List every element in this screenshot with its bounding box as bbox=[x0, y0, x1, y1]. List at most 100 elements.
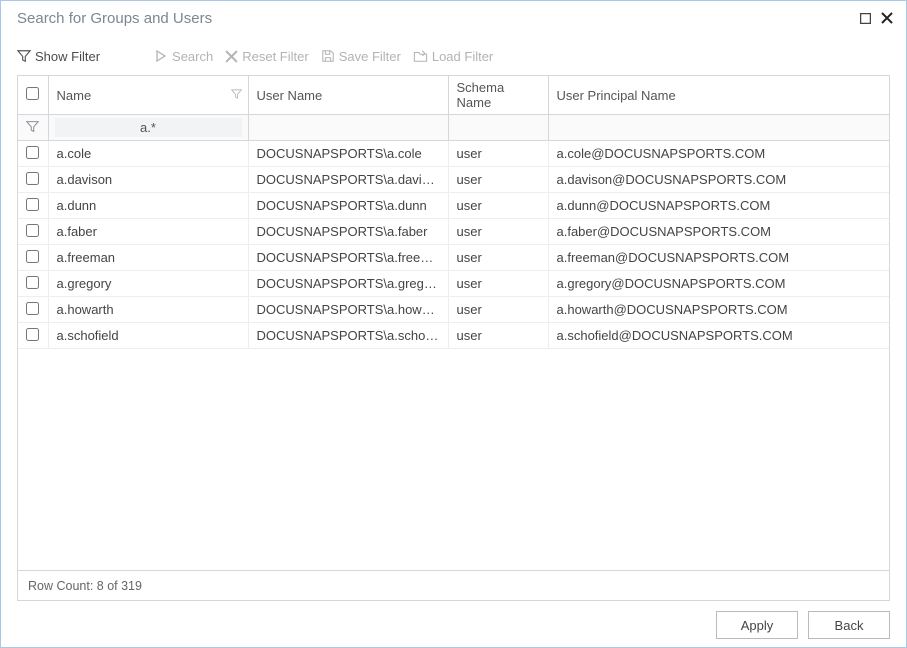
column-header-select[interactable] bbox=[18, 76, 48, 115]
column-header-user-name[interactable]: User Name bbox=[248, 76, 448, 115]
load-icon bbox=[413, 49, 428, 63]
filter-name-input[interactable] bbox=[55, 118, 242, 137]
column-header-name-label: Name bbox=[57, 88, 92, 103]
status-bar: Row Count: 8 of 319 bbox=[18, 570, 889, 600]
row-checkbox-cell[interactable] bbox=[18, 167, 48, 193]
load-filter-label: Load Filter bbox=[432, 49, 493, 64]
row-checkbox[interactable] bbox=[26, 328, 39, 341]
cell-upn: a.cole@DOCUSNAPSPORTS.COM bbox=[548, 141, 889, 167]
row-checkbox-cell[interactable] bbox=[18, 271, 48, 297]
row-checkbox[interactable] bbox=[26, 172, 39, 185]
x-icon bbox=[225, 50, 238, 63]
cell-user: DOCUSNAPSPORTS\a.schofield bbox=[248, 323, 448, 349]
row-checkbox[interactable] bbox=[26, 302, 39, 315]
column-header-name[interactable]: Name bbox=[48, 76, 248, 115]
cell-schema: user bbox=[448, 271, 548, 297]
table-row[interactable]: a.gregoryDOCUSNAPSPORTS\a.gregoryusera.g… bbox=[18, 271, 889, 297]
table-row[interactable]: a.howarthDOCUSNAPSPORTS\a.howarthusera.h… bbox=[18, 297, 889, 323]
cell-user: DOCUSNAPSPORTS\a.cole bbox=[248, 141, 448, 167]
row-checkbox-cell[interactable] bbox=[18, 323, 48, 349]
row-checkbox[interactable] bbox=[26, 224, 39, 237]
row-checkbox[interactable] bbox=[26, 198, 39, 211]
column-header-upn-label: User Principal Name bbox=[557, 88, 676, 103]
cell-name: a.cole bbox=[48, 141, 248, 167]
header-row: Name User Name Schema Name User P bbox=[18, 76, 889, 115]
cell-name: a.howarth bbox=[48, 297, 248, 323]
filter-row-icon-cell bbox=[18, 115, 48, 141]
cell-name: a.dunn bbox=[48, 193, 248, 219]
row-checkbox-cell[interactable] bbox=[18, 193, 48, 219]
row-checkbox[interactable] bbox=[26, 250, 39, 263]
cell-upn: a.schofield@DOCUSNAPSPORTS.COM bbox=[548, 323, 889, 349]
cell-upn: a.faber@DOCUSNAPSPORTS.COM bbox=[548, 219, 889, 245]
row-checkbox-cell[interactable] bbox=[18, 219, 48, 245]
cell-user: DOCUSNAPSPORTS\a.davison bbox=[248, 167, 448, 193]
column-header-user-name-label: User Name bbox=[257, 88, 323, 103]
reset-filter-button[interactable]: Reset Filter bbox=[225, 49, 308, 64]
filter-upn-cell[interactable] bbox=[548, 115, 889, 141]
cell-name: a.davison bbox=[48, 167, 248, 193]
column-header-schema-name-label: Schema Name bbox=[457, 80, 505, 110]
cell-upn: a.freeman@DOCUSNAPSPORTS.COM bbox=[548, 245, 889, 271]
show-filter-label: Show Filter bbox=[35, 49, 100, 64]
filter-user-cell[interactable] bbox=[248, 115, 448, 141]
cell-user: DOCUSNAPSPORTS\a.dunn bbox=[248, 193, 448, 219]
row-count-label: Row Count: 8 of 319 bbox=[28, 579, 142, 593]
toolbar: Show Filter Search Reset Filter Save Fil… bbox=[17, 41, 890, 75]
cell-schema: user bbox=[448, 167, 548, 193]
cell-schema: user bbox=[448, 219, 548, 245]
table-row[interactable]: a.coleDOCUSNAPSPORTS\a.coleusera.cole@DO… bbox=[18, 141, 889, 167]
grid-empty-area bbox=[18, 349, 889, 570]
column-header-schema-name[interactable]: Schema Name bbox=[448, 76, 548, 115]
cell-user: DOCUSNAPSPORTS\a.faber bbox=[248, 219, 448, 245]
funnel-icon bbox=[17, 49, 31, 63]
table-row[interactable]: a.davisonDOCUSNAPSPORTS\a.davisonusera.d… bbox=[18, 167, 889, 193]
cell-schema: user bbox=[448, 193, 548, 219]
funnel-icon bbox=[26, 120, 39, 133]
window-title: Search for Groups and Users bbox=[17, 10, 854, 27]
titlebar: Search for Groups and Users bbox=[1, 1, 906, 35]
cell-user: DOCUSNAPSPORTS\a.gregory bbox=[248, 271, 448, 297]
maximize-button[interactable] bbox=[854, 7, 876, 29]
dialog-window: Search for Groups and Users Show Filter … bbox=[0, 0, 907, 648]
save-icon bbox=[321, 49, 335, 63]
table-row[interactable]: a.schofieldDOCUSNAPSPORTS\a.schofielduse… bbox=[18, 323, 889, 349]
select-all-checkbox[interactable] bbox=[26, 87, 39, 100]
cell-user: DOCUSNAPSPORTS\a.howarth bbox=[248, 297, 448, 323]
search-button[interactable]: Search bbox=[154, 49, 213, 64]
filter-icon[interactable] bbox=[231, 88, 242, 103]
row-checkbox[interactable] bbox=[26, 146, 39, 159]
row-checkbox-cell[interactable] bbox=[18, 245, 48, 271]
back-button[interactable]: Back bbox=[808, 611, 890, 639]
cell-name: a.schofield bbox=[48, 323, 248, 349]
show-filter-button[interactable]: Show Filter bbox=[17, 49, 100, 64]
cell-upn: a.davison@DOCUSNAPSPORTS.COM bbox=[548, 167, 889, 193]
filter-row bbox=[18, 115, 889, 141]
save-filter-button[interactable]: Save Filter bbox=[321, 49, 401, 64]
save-filter-label: Save Filter bbox=[339, 49, 401, 64]
close-button[interactable] bbox=[876, 7, 898, 29]
row-checkbox[interactable] bbox=[26, 276, 39, 289]
row-checkbox-cell[interactable] bbox=[18, 297, 48, 323]
play-icon bbox=[154, 49, 168, 63]
table-row[interactable]: a.dunnDOCUSNAPSPORTS\a.dunnusera.dunn@DO… bbox=[18, 193, 889, 219]
cell-schema: user bbox=[448, 141, 548, 167]
cell-upn: a.gregory@DOCUSNAPSPORTS.COM bbox=[548, 271, 889, 297]
content: Show Filter Search Reset Filter Save Fil… bbox=[1, 35, 906, 647]
load-filter-button[interactable]: Load Filter bbox=[413, 49, 493, 64]
cell-schema: user bbox=[448, 245, 548, 271]
cell-schema: user bbox=[448, 323, 548, 349]
cell-upn: a.dunn@DOCUSNAPSPORTS.COM bbox=[548, 193, 889, 219]
cell-name: a.gregory bbox=[48, 271, 248, 297]
filter-name-cell[interactable] bbox=[48, 115, 248, 141]
reset-filter-label: Reset Filter bbox=[242, 49, 308, 64]
results-grid: Name User Name Schema Name User P bbox=[17, 75, 890, 601]
filter-schema-cell[interactable] bbox=[448, 115, 548, 141]
table-row[interactable]: a.freemanDOCUSNAPSPORTS\a.freemanusera.f… bbox=[18, 245, 889, 271]
table-row[interactable]: a.faberDOCUSNAPSPORTS\a.faberusera.faber… bbox=[18, 219, 889, 245]
cell-schema: user bbox=[448, 297, 548, 323]
row-checkbox-cell[interactable] bbox=[18, 141, 48, 167]
button-bar: Apply Back bbox=[17, 601, 890, 639]
apply-button[interactable]: Apply bbox=[716, 611, 798, 639]
column-header-upn[interactable]: User Principal Name bbox=[548, 76, 889, 115]
